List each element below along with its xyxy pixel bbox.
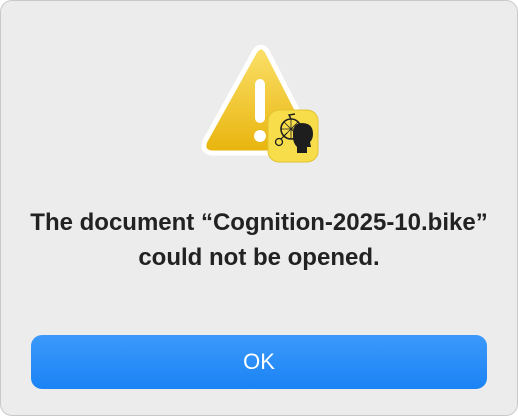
alert-message: The document “Cognition-2025-10.bike” co… xyxy=(30,209,488,271)
alert-icon-group xyxy=(197,45,327,167)
app-icon xyxy=(267,109,319,163)
alert-dialog: The document “Cognition-2025-10.bike” co… xyxy=(0,0,518,416)
penny-farthing-head-icon xyxy=(267,109,319,163)
ok-button[interactable]: OK xyxy=(31,335,487,389)
